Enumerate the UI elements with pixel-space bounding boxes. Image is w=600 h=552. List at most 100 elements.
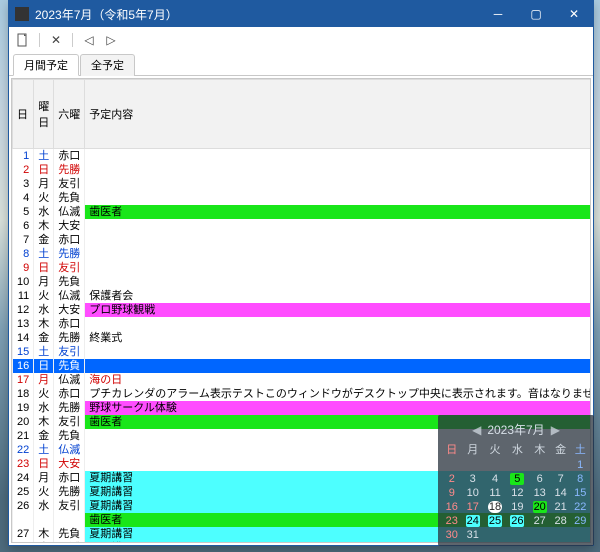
mini-cell[interactable]: 29 [570, 514, 590, 528]
table-row[interactable]: 15土友引 [13, 345, 592, 359]
mini-cell[interactable]: 17 [462, 500, 484, 514]
col-day[interactable]: 日 [13, 80, 34, 149]
cell-schedule[interactable] [85, 191, 591, 205]
cell-schedule[interactable] [85, 247, 591, 261]
table-row[interactable]: 12水大安プロ野球観戦 [13, 303, 592, 317]
mini-cell[interactable] [529, 528, 551, 542]
mini-cell[interactable]: 8 [570, 472, 590, 486]
maximize-button[interactable]: ▢ [517, 1, 555, 27]
cell-schedule[interactable] [85, 359, 591, 373]
table-row[interactable]: 14金先勝終業式 [13, 331, 592, 345]
col-sched[interactable]: 予定内容 [85, 80, 591, 149]
mini-cell[interactable]: 11 [484, 486, 506, 500]
cell-schedule[interactable] [85, 275, 591, 289]
next-icon[interactable]: ▷ [103, 32, 119, 48]
mini-cell[interactable]: 21 [551, 500, 571, 514]
table-row[interactable]: 10月先負 [13, 275, 592, 289]
mini-cell[interactable]: 16 [442, 500, 462, 514]
mini-cell[interactable]: 7 [551, 472, 571, 486]
mini-cell[interactable]: 22 [570, 500, 590, 514]
table-row[interactable]: 4火先負 [13, 191, 592, 205]
mini-cell[interactable] [484, 528, 506, 542]
cell-schedule[interactable] [85, 219, 591, 233]
mini-cell[interactable]: 5 [506, 472, 528, 486]
cell-schedule[interactable] [85, 233, 591, 247]
mini-cell[interactable] [506, 528, 528, 542]
mini-cell[interactable]: 23 [442, 514, 462, 528]
cell-roku: 先勝 [54, 331, 85, 345]
col-week[interactable]: 曜日 [34, 80, 54, 149]
cell-schedule[interactable]: プチカレンダのアラーム表示テストこのウィンドウがデスクトップ中央に表示されます。… [85, 387, 591, 401]
mini-cell[interactable]: 1 [570, 458, 590, 472]
mini-cell[interactable]: 25 [484, 514, 506, 528]
mini-next-icon[interactable]: ▶ [551, 423, 560, 437]
col-roku[interactable]: 六曜 [54, 80, 85, 149]
mini-cell[interactable]: 20 [529, 500, 551, 514]
cell-schedule[interactable] [85, 149, 591, 164]
tabs: 月間予定 全予定 [9, 51, 593, 76]
table-row[interactable]: 2日先勝 [13, 163, 592, 177]
table-row[interactable]: 8土先勝 [13, 247, 592, 261]
mini-cell[interactable]: 19 [506, 500, 528, 514]
mini-cell[interactable]: 14 [551, 486, 571, 500]
tab-all[interactable]: 全予定 [80, 54, 135, 76]
cell-schedule[interactable]: プロ野球観戦 [85, 303, 591, 317]
mini-prev-icon[interactable]: ◀ [472, 423, 481, 437]
table-row[interactable]: 18火赤口プチカレンダのアラーム表示テストこのウィンドウがデスクトップ中央に表示… [13, 387, 592, 401]
cell-schedule[interactable] [85, 345, 591, 359]
minimize-button[interactable]: ─ [479, 1, 517, 27]
mini-cell[interactable]: 30 [442, 528, 462, 542]
mini-cell[interactable]: 2 [442, 472, 462, 486]
close-button[interactable]: ✕ [555, 1, 593, 27]
mini-cell[interactable]: 10 [462, 486, 484, 500]
table-row[interactable]: 6木大安 [13, 219, 592, 233]
cell-schedule[interactable]: 野球サークル体験 [85, 401, 591, 415]
table-row[interactable]: 13木赤口 [13, 317, 592, 331]
mini-cell[interactable] [551, 458, 571, 472]
table-row[interactable]: 16日先負 [13, 359, 592, 373]
table-row[interactable]: 9日友引 [13, 261, 592, 275]
mini-cell[interactable]: 13 [529, 486, 551, 500]
tab-monthly[interactable]: 月間予定 [13, 54, 79, 76]
cell-week: 水 [34, 205, 54, 219]
table-row[interactable]: 11火仏滅保護者会 [13, 289, 592, 303]
mini-cell[interactable]: 15 [570, 486, 590, 500]
mini-cell[interactable]: 4 [484, 472, 506, 486]
cell-schedule[interactable] [85, 261, 591, 275]
table-row[interactable]: 5水仏滅歯医者 [13, 205, 592, 219]
table-row[interactable]: 7金赤口 [13, 233, 592, 247]
mini-cell[interactable]: 18 [484, 500, 506, 514]
cell-schedule[interactable] [85, 177, 591, 191]
delete-icon[interactable]: ✕ [48, 32, 64, 48]
mini-cell[interactable] [551, 528, 571, 542]
table-row[interactable]: 19水先勝野球サークル体験 [13, 401, 592, 415]
mini-cell[interactable]: 28 [551, 514, 571, 528]
new-file-icon[interactable] [15, 32, 31, 48]
mini-cell[interactable] [442, 458, 462, 472]
cell-schedule[interactable]: 海の日 [85, 373, 591, 387]
mini-cell[interactable]: 6 [529, 472, 551, 486]
titlebar[interactable]: 2023年7月（令和5年7月） ─ ▢ ✕ [9, 1, 593, 27]
cell-schedule[interactable]: 歯医者 [85, 205, 591, 219]
mini-cell[interactable] [462, 458, 484, 472]
table-row[interactable]: 17月仏滅海の日 [13, 373, 592, 387]
prev-icon[interactable]: ◁ [81, 32, 97, 48]
mini-cell[interactable]: 24 [462, 514, 484, 528]
mini-cell[interactable] [506, 458, 528, 472]
mini-calendar[interactable]: ◀ 2023年7月 ▶ 日月火水木金土 12345678910111213141… [438, 415, 594, 546]
table-row[interactable]: 1土赤口 [13, 149, 592, 164]
mini-cell[interactable]: 12 [506, 486, 528, 500]
mini-cell[interactable] [529, 458, 551, 472]
mini-cell[interactable]: 26 [506, 514, 528, 528]
cell-schedule[interactable]: 終業式 [85, 331, 591, 345]
table-row[interactable]: 3月友引 [13, 177, 592, 191]
mini-cell[interactable] [484, 458, 506, 472]
mini-cell[interactable]: 9 [442, 486, 462, 500]
mini-cell[interactable]: 3 [462, 472, 484, 486]
cell-schedule[interactable]: 保護者会 [85, 289, 591, 303]
mini-cell[interactable] [570, 528, 590, 542]
cell-schedule[interactable] [85, 317, 591, 331]
cell-schedule[interactable] [85, 163, 591, 177]
mini-cell[interactable]: 31 [462, 528, 484, 542]
mini-cell[interactable]: 27 [529, 514, 551, 528]
